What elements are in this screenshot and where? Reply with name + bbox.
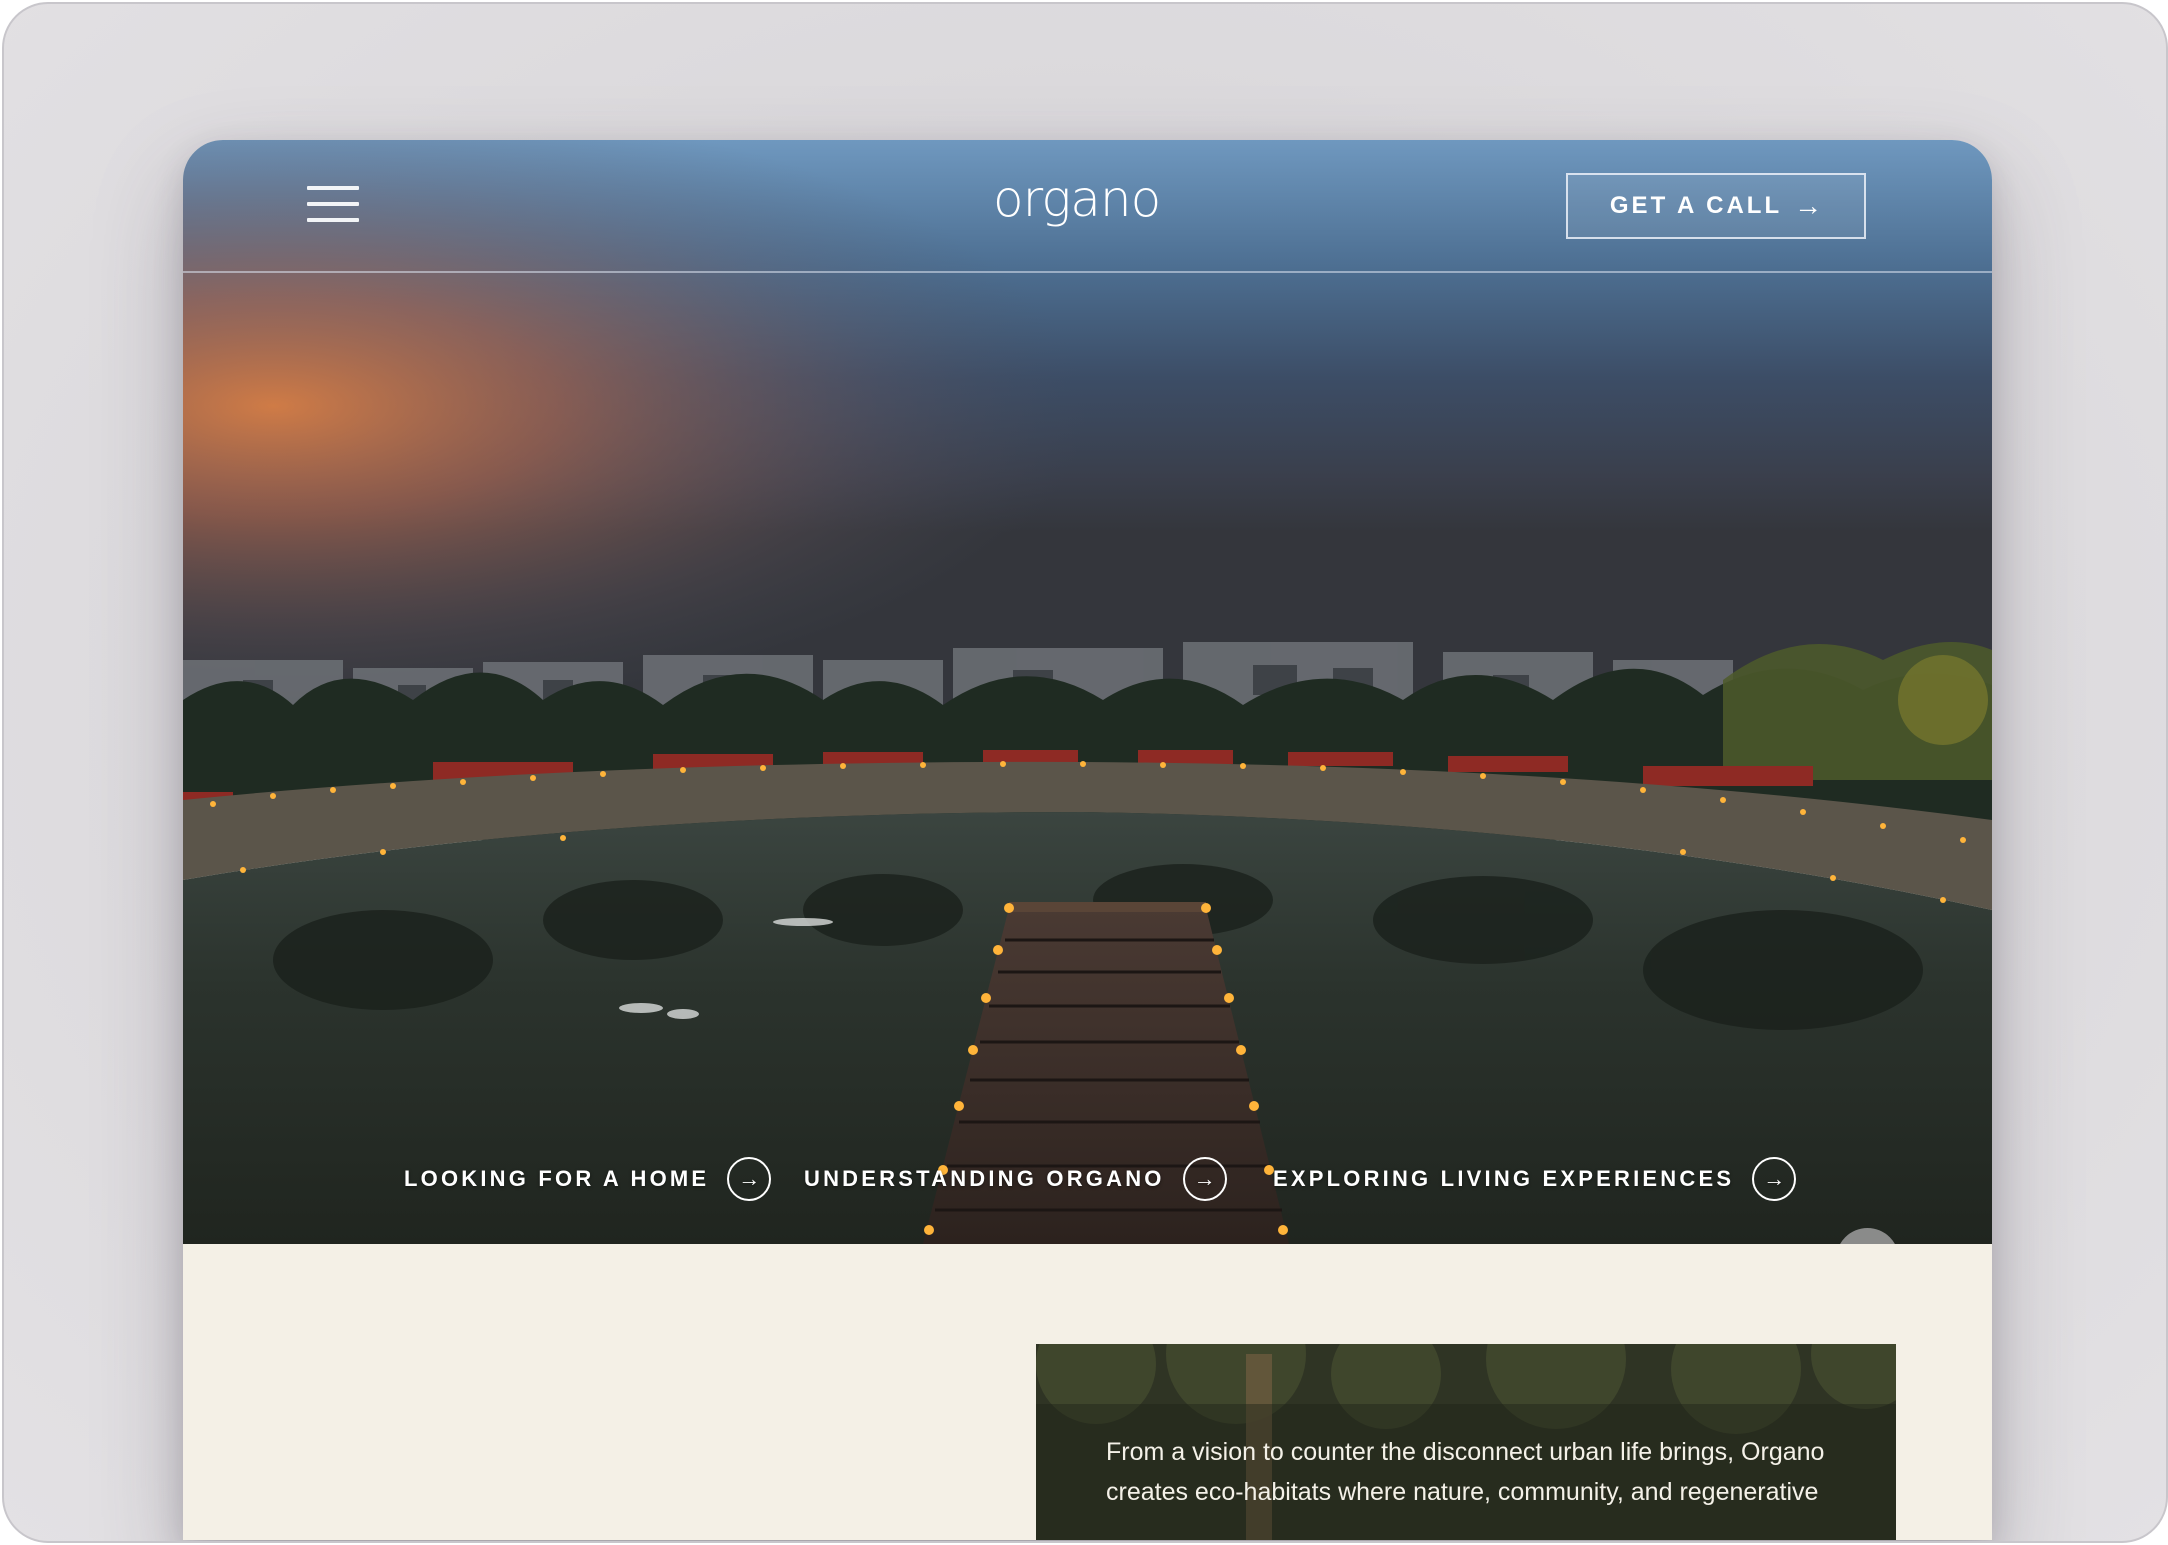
hero-link-label: LOOKING FOR A HOME	[404, 1166, 710, 1191]
browser-viewport: organo GET A CALL → LOOKING FOR A HOME →…	[183, 140, 1992, 1540]
intro-paragraph: From a vision to counter the disconnect …	[1106, 1438, 1825, 1506]
looking-for-a-home-link[interactable]: LOOKING FOR A HOME →	[404, 1157, 772, 1201]
logo-text: organo	[993, 170, 1161, 228]
organo-logo[interactable]: organo	[993, 170, 1193, 240]
hero-link-label: EXPLORING LIVING EXPERIENCES	[1273, 1166, 1735, 1191]
hero-section: organo GET A CALL → LOOKING FOR A HOME →…	[183, 140, 1992, 1244]
hero-link-label: UNDERSTANDING ORGANO	[804, 1166, 1165, 1191]
circle-arrow-right-icon: →	[1182, 1157, 1227, 1201]
circle-arrow-right-icon: →	[727, 1157, 772, 1201]
intro-card: From a vision to counter the disconnect …	[1036, 1344, 1896, 1540]
circle-arrow-right-icon: →	[1752, 1157, 1797, 1201]
arrow-right-icon: →	[1794, 190, 1823, 221]
hamburger-menu-icon[interactable]	[307, 186, 361, 226]
hero-quick-links: LOOKING FOR A HOME → UNDERSTANDING ORGAN…	[183, 1157, 1992, 1207]
hero-background-image	[183, 140, 1992, 1244]
exploring-living-experiences-link[interactable]: EXPLORING LIVING EXPERIENCES →	[1273, 1157, 1797, 1201]
intro-section: From a vision to counter the disconnect …	[183, 1244, 1992, 1540]
device-frame: organo GET A CALL → LOOKING FOR A HOME →…	[2, 2, 2168, 1543]
understanding-organo-link[interactable]: UNDERSTANDING ORGANO →	[804, 1157, 1227, 1201]
site-header: organo GET A CALL →	[183, 140, 1992, 273]
get-a-call-button[interactable]: GET A CALL →	[1566, 173, 1866, 239]
get-a-call-label: GET A CALL	[1609, 192, 1783, 219]
